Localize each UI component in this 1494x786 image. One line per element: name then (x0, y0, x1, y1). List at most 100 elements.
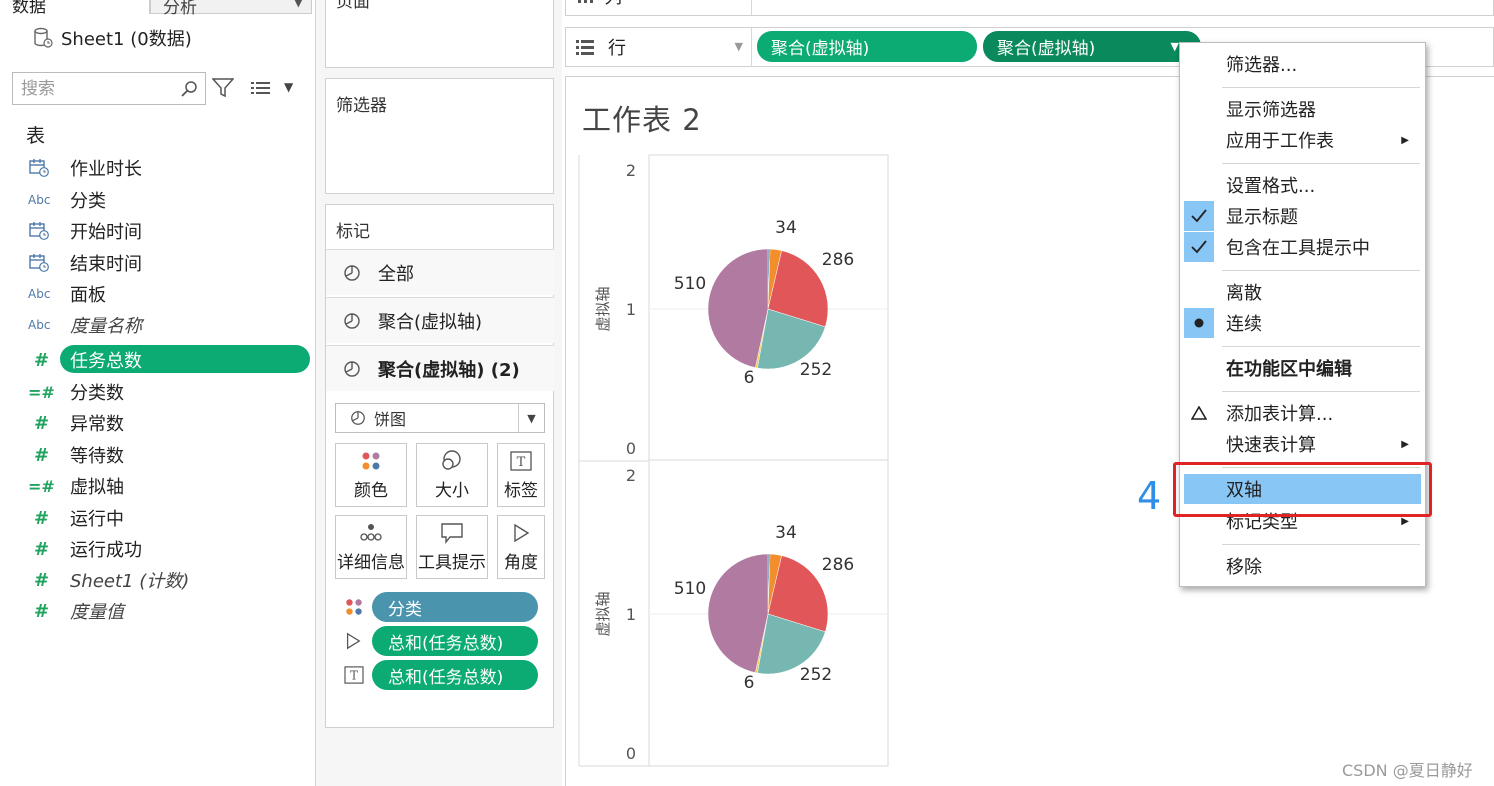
search-icon[interactable] (179, 79, 199, 99)
field-name: 开始时间 (70, 222, 142, 243)
menu-separator (1222, 163, 1420, 164)
tab-analysis-label: 分析 (163, 0, 197, 18)
menu-item[interactable]: 包含在工具提示中 (1180, 232, 1425, 262)
menu-item-label: 快速表计算 (1226, 435, 1316, 456)
y-tick-label: 1 (626, 300, 636, 319)
tooltip-icon (441, 523, 463, 544)
marks-pill-row: T 总和(任务总数) (344, 660, 538, 690)
field-item[interactable]: =# 分类数 (28, 377, 308, 407)
color-label: 颜色 (354, 481, 388, 501)
rows-icon (576, 40, 594, 55)
pie-mark-icon (351, 411, 365, 425)
tables-section-title: 表 (26, 125, 46, 147)
chevron-down-icon[interactable]: ▼ (1171, 40, 1179, 53)
label-field-pill[interactable]: 总和(任务总数) (372, 660, 538, 690)
field-name: 度量名称 (70, 316, 142, 337)
svg-text:T: T (350, 669, 358, 683)
slice-data-label: 34 (775, 218, 797, 238)
measure-icon: # (34, 569, 50, 591)
menu-item[interactable]: 显示筛选器 (1180, 94, 1425, 124)
measure-icon: # (34, 507, 50, 529)
menu-item-label: 离散 (1226, 283, 1262, 304)
field-name: 运行成功 (70, 540, 142, 561)
field-item[interactable]: # Sheet1 (计数) (28, 565, 308, 595)
size-button[interactable]: 大小 (416, 443, 488, 507)
menu-item[interactable]: 在功能区中编辑 (1180, 353, 1425, 383)
list-view-icon[interactable] (250, 80, 272, 96)
detail-button[interactable]: 详细信息 (335, 515, 407, 579)
chevron-down-icon[interactable]: ▼ (518, 404, 544, 432)
angle-label: 角度 (504, 553, 538, 573)
field-item[interactable]: # 运行中 (28, 503, 308, 533)
mark-type-select[interactable]: 饼图 ▼ (335, 403, 545, 433)
marks-row-axis2[interactable]: 聚合(虚拟轴) (2) (326, 345, 554, 391)
angle-button[interactable]: 角度 (497, 515, 545, 579)
field-item[interactable]: =# 虚拟轴 (28, 471, 308, 501)
string-field-icon: Abc (28, 193, 51, 207)
color-field-pill[interactable]: 分类 (372, 592, 538, 622)
menu-item[interactable]: 筛选器... (1180, 49, 1425, 79)
angle-icon (346, 632, 361, 650)
submenu-arrow-icon: ▶ (1401, 438, 1409, 450)
y-axis-title: 虚拟轴 (594, 286, 612, 331)
menu-item[interactable]: 连续 (1180, 308, 1425, 338)
measure-icon: # (34, 600, 50, 622)
menu-item[interactable]: 移除 (1180, 551, 1425, 581)
menu-item[interactable]: 应用于工作表 ▶ (1180, 125, 1425, 155)
angle-field-pill[interactable]: 总和(任务总数) (372, 626, 538, 656)
menu-item-label: 应用于工作表 (1226, 131, 1334, 152)
field-item[interactable]: 作业时长 (28, 153, 308, 183)
detail-icon (360, 524, 382, 541)
rows-pill-axis2[interactable]: 聚合(虚拟轴) ▼ (983, 31, 1201, 62)
calculated-measure-icon: =# (28, 382, 55, 402)
search-input[interactable] (13, 73, 173, 104)
pane-tabs: 数据 分析 ▼ (0, 0, 316, 18)
text-label-icon: T (344, 666, 364, 684)
field-item[interactable]: Abc 面板 (28, 279, 308, 309)
tab-data[interactable]: 数据 (0, 0, 150, 17)
label-button[interactable]: T 标签 (497, 443, 545, 507)
menu-item[interactable]: 离散 (1180, 277, 1425, 307)
menu-item[interactable]: 设置格式... (1180, 170, 1425, 200)
filters-panel[interactable]: 筛选器 (325, 78, 554, 194)
data-source[interactable]: Sheet1 (0数据) (33, 24, 192, 52)
field-item[interactable]: # 度量值 (28, 596, 308, 626)
marks-row-all[interactable]: 全部 (326, 249, 554, 295)
menu-separator (1222, 270, 1420, 271)
measure-icon: # (34, 412, 50, 434)
field-item[interactable]: # 任务总数 (28, 345, 310, 375)
slice-data-label: 510 (674, 579, 706, 599)
marks-row-axis1[interactable]: 聚合(虚拟轴) (326, 297, 554, 343)
text-label-icon: T (510, 451, 532, 471)
color-icon (362, 452, 380, 470)
field-item[interactable]: Abc 分类 (28, 185, 308, 215)
columns-shelf[interactable]: 列 (565, 0, 1494, 16)
pages-panel[interactable]: 页面 (325, 0, 554, 68)
tab-data-label: 数据 (12, 0, 46, 17)
radio-dot-icon (1184, 308, 1214, 338)
date-field-icon (28, 253, 60, 273)
tooltip-button[interactable]: 工具提示 (416, 515, 488, 579)
menu-item-label: 移除 (1226, 557, 1262, 578)
field-item[interactable]: 开始时间 (28, 216, 308, 246)
field-item[interactable]: 结束时间 (28, 248, 308, 278)
chevron-down-icon[interactable]: ▼ (294, 0, 303, 9)
chevron-down-icon[interactable]: ▼ (735, 40, 743, 53)
pie-mark-icon (344, 360, 360, 377)
tab-analysis[interactable]: 分析 ▼ (150, 0, 312, 18)
rows-pill-axis1[interactable]: 聚合(虚拟轴) (757, 31, 977, 62)
field-item[interactable]: Abc 度量名称 (28, 310, 308, 340)
field-item[interactable]: # 等待数 (28, 440, 308, 470)
menu-item[interactable]: 快速表计算 ▶ (1180, 429, 1425, 459)
field-name: 分类 (70, 191, 106, 212)
chevron-down-icon[interactable]: ▼ (284, 80, 293, 94)
color-button[interactable]: 颜色 (335, 443, 407, 507)
field-item[interactable]: # 运行成功 (28, 534, 308, 564)
menu-item[interactable]: 显示标题 (1180, 201, 1425, 231)
pie-mark-icon (344, 264, 360, 281)
pages-title: 页面 (336, 0, 370, 12)
field-item[interactable]: # 异常数 (28, 408, 308, 438)
menu-separator (1222, 87, 1420, 88)
filter-icon[interactable] (212, 78, 234, 98)
menu-item[interactable]: 添加表计算... (1180, 398, 1425, 428)
